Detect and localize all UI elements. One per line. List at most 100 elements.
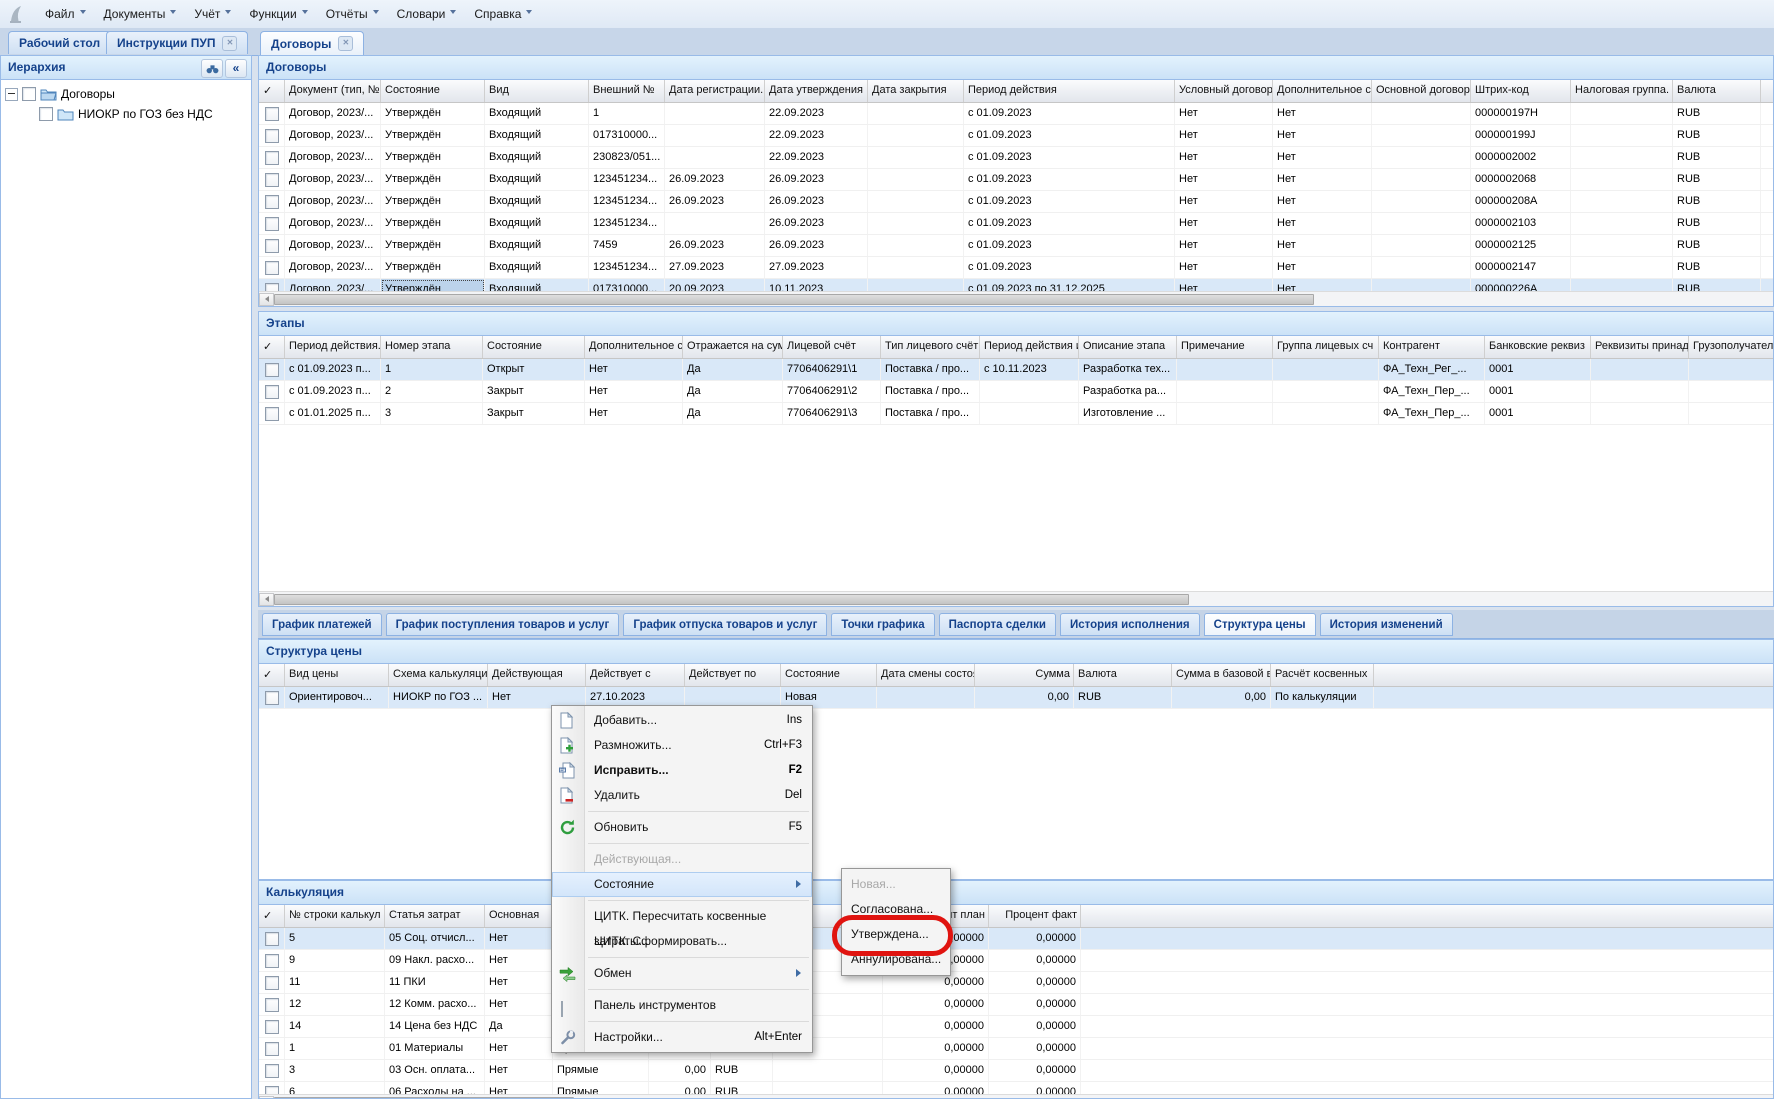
table-row[interactable]: 909 Накл. расхо...НетПрямые0,00RUB0,0000… (259, 950, 1773, 972)
row-checkbox[interactable] (265, 954, 279, 968)
table-row[interactable]: Договор, 2023/...УтверждёнВходящий745926… (259, 235, 1773, 257)
row-checkbox[interactable] (265, 1042, 279, 1056)
row-checkbox[interactable] (265, 107, 279, 121)
table-row[interactable]: Договор, 2023/...УтверждёнВходящий017310… (259, 125, 1773, 147)
row-checkbox[interactable] (265, 998, 279, 1012)
row-checkbox[interactable] (265, 129, 279, 143)
column-header[interactable]: Банковские реквиз (1485, 336, 1591, 358)
column-header[interactable]: ✓ (259, 336, 285, 358)
column-header[interactable]: Период действия.. (285, 336, 381, 358)
table-row[interactable]: 1212 Комм. расхо...НетПрямые0,00RUB0,000… (259, 994, 1773, 1016)
column-header[interactable]: Вид цены (285, 664, 389, 686)
menu-accounting[interactable]: Учёт (185, 3, 240, 25)
row-checkbox[interactable] (265, 239, 279, 253)
column-header[interactable]: Дата смены состоя (877, 664, 975, 686)
row-checkbox[interactable] (265, 1064, 279, 1078)
scrollbar-thumb[interactable] (274, 594, 1189, 605)
tree-item-niokr[interactable]: НИОКР по ГОЗ без НДС (5, 104, 251, 124)
column-header[interactable]: Тип лицевого счёт (881, 336, 980, 358)
table-row[interactable]: 1111 ПКИНетПрямые0,00RUB0,000000,00000 (259, 972, 1773, 994)
menu-help[interactable]: Справка (465, 3, 541, 25)
table-row[interactable]: 303 Осн. оплата...НетПрямые0,00RUB0,0000… (259, 1060, 1773, 1082)
row-checkbox[interactable] (265, 151, 279, 165)
scrollbar-thumb[interactable] (274, 294, 1314, 305)
column-header[interactable]: Дополнительное с (585, 336, 683, 358)
column-header[interactable]: ✓ (259, 80, 285, 102)
column-header[interactable]: Штрих-код (1471, 80, 1571, 102)
tab-goods-receipt-schedule[interactable]: График поступления товаров и услуг (386, 613, 620, 636)
collapse-panel-button[interactable]: « (225, 59, 247, 78)
column-header[interactable]: Действует по (685, 664, 781, 686)
table-row[interactable]: с 01.01.2025 п...3ЗакрытНетДа7706406291\… (259, 403, 1773, 425)
menu-reports[interactable]: Отчёты (317, 3, 388, 25)
tree-item-contracts[interactable]: Договоры (5, 84, 251, 104)
column-header[interactable]: Процент факт (989, 905, 1081, 927)
menu-item-refresh[interactable]: F5 Обновить (552, 815, 812, 840)
column-header[interactable]: Сумма (975, 664, 1074, 686)
row-checkbox[interactable] (265, 691, 279, 705)
table-row[interactable]: с 01.09.2023 п...2ЗакрытНетДа7706406291\… (259, 381, 1773, 403)
tree-checkbox[interactable] (39, 107, 53, 121)
tab-payment-schedule[interactable]: График платежей (262, 613, 382, 636)
column-header[interactable]: Примечание (1177, 336, 1273, 358)
table-row[interactable]: 505 Соц. отчисл...НетПрямые0,00RUB0,0000… (259, 928, 1773, 950)
row-checkbox[interactable] (265, 407, 279, 421)
menu-item-add[interactable]: Ins Добавить... (552, 708, 812, 733)
column-header[interactable]: Дата регистрации. (665, 80, 765, 102)
row-checkbox[interactable] (265, 1020, 279, 1034)
menu-item-toolbar-panel[interactable]: Панель инструментов (552, 993, 812, 1018)
column-header[interactable]: Внешний № (589, 80, 665, 102)
table-row[interactable]: Договор, 2023/...УтверждёнВходящий123451… (259, 169, 1773, 191)
row-checkbox[interactable] (265, 217, 279, 231)
column-header[interactable]: Контрагент (1379, 336, 1485, 358)
menu-functions[interactable]: Функции (240, 3, 316, 25)
contracts-hscrollbar[interactable] (259, 291, 1773, 306)
search-button[interactable] (201, 59, 223, 78)
table-row[interactable]: с 01.09.2023 п...1ОткрытНетДа7706406291\… (259, 359, 1773, 381)
column-header[interactable]: Условный договор (1175, 80, 1273, 102)
row-checkbox[interactable] (265, 195, 279, 209)
column-header[interactable]: ✓ (259, 905, 285, 927)
tree-collapse-icon[interactable] (5, 88, 18, 101)
column-header[interactable]: Основной договор (1372, 80, 1471, 102)
tab-deal-passports[interactable]: Паспорта сделки (939, 613, 1056, 636)
column-header[interactable]: Схема калькуляци (389, 664, 488, 686)
tab-execution-history[interactable]: История исполнения (1060, 613, 1200, 636)
row-checkbox[interactable] (265, 261, 279, 275)
menu-documents[interactable]: Документы (95, 3, 186, 25)
tab-change-history[interactable]: История изменений (1320, 613, 1453, 636)
column-header[interactable]: Действует с (586, 664, 685, 686)
column-header[interactable]: Грузополучатель (1689, 336, 1774, 358)
table-row[interactable]: Ориентировоч...НИОКР по ГОЗ ...Нет27.10.… (259, 687, 1773, 709)
tab-goods-release-schedule[interactable]: График отпуска товаров и услуг (623, 613, 827, 636)
column-header[interactable]: Валюта (1673, 80, 1761, 102)
row-checkbox[interactable] (265, 976, 279, 990)
row-checkbox[interactable] (265, 363, 279, 377)
menu-dictionaries[interactable]: Словари (388, 3, 466, 25)
menu-item-citk-form[interactable]: ЦИТК. Сформировать... (552, 929, 812, 954)
column-header[interactable]: Расчёт косвенных (1271, 664, 1374, 686)
table-row[interactable]: 101 МатериалыНетПрямые0,00RUB0,000000,00… (259, 1038, 1773, 1060)
column-header[interactable]: Дата утверждения (765, 80, 868, 102)
column-header[interactable]: Лицевой счёт (783, 336, 881, 358)
column-header[interactable]: Описание этапа (1079, 336, 1177, 358)
menu-item-edit[interactable]: F2 Исправить... (552, 758, 812, 783)
scroll-left-icon[interactable] (259, 293, 274, 306)
column-header[interactable]: Действующая (488, 664, 586, 686)
tab-contracts[interactable]: Договоры✕ (260, 31, 364, 55)
close-icon[interactable]: ✕ (338, 36, 353, 51)
column-header[interactable]: Статья затрат (385, 905, 485, 927)
table-row[interactable]: Договор, 2023/...УтверждёнВходящий123451… (259, 191, 1773, 213)
column-header[interactable]: Вид (485, 80, 589, 102)
column-header[interactable]: Номер этапа (381, 336, 483, 358)
column-header[interactable]: Состояние (381, 80, 485, 102)
row-checkbox[interactable] (265, 173, 279, 187)
column-header[interactable]: Документ (тип, № (285, 80, 381, 102)
column-header[interactable]: Отражается на сум (683, 336, 783, 358)
tab-schedule-points[interactable]: Точки графика (831, 613, 934, 636)
table-row[interactable]: Договор, 2023/...УтверждёнВходящий122.09… (259, 103, 1773, 125)
row-checkbox[interactable] (265, 385, 279, 399)
column-header[interactable]: ✓ (259, 664, 285, 686)
column-header[interactable]: Основная (485, 905, 553, 927)
column-header[interactable]: Валюта (1074, 664, 1172, 686)
